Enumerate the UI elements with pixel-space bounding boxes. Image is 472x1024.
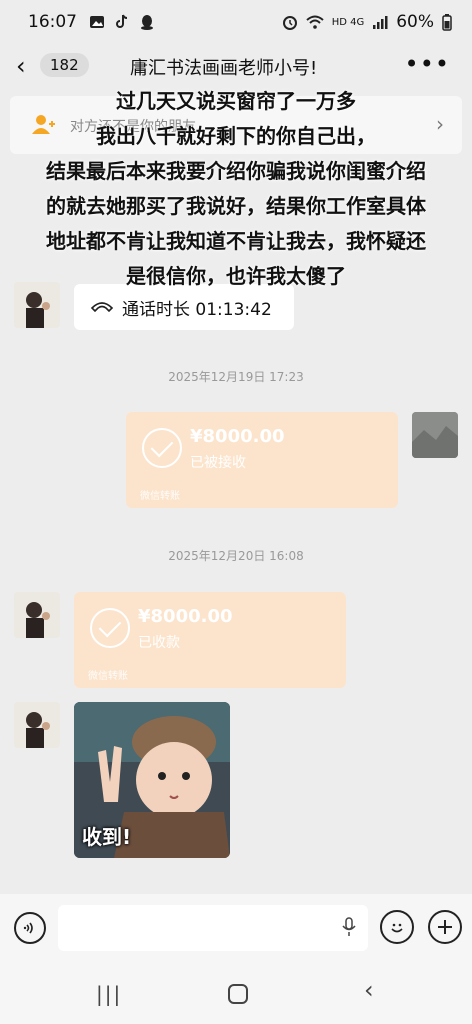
wifi-icon: [306, 15, 324, 29]
transfer-card-received[interactable]: ¥8000.00 已收款 微信转账: [74, 592, 346, 688]
tiktok-icon: [115, 14, 129, 30]
alarm-icon: [282, 14, 298, 30]
back-icon[interactable]: ‹: [16, 52, 26, 80]
battery-percent: 60%: [396, 12, 434, 32]
transfer-amount: ¥8000.00: [138, 606, 233, 627]
home-icon[interactable]: [228, 984, 248, 1004]
transfer-card-sent[interactable]: ¥8000.00 已被接收 微信转账: [126, 412, 398, 508]
status-time: 16:07: [28, 12, 77, 32]
voice-input-icon[interactable]: [14, 912, 46, 944]
overlay-line: 结果最后本来我要介绍你骗我说你闺蜜介绍: [46, 159, 426, 183]
system-back-icon[interactable]: ‹: [364, 976, 374, 1004]
timestamp: 2025年12月20日 16:08: [168, 549, 304, 563]
phone-icon: [90, 295, 114, 319]
check-circle-icon: [142, 428, 182, 468]
network-label: HD 4G: [331, 16, 365, 28]
message-input[interactable]: [58, 905, 368, 951]
overlay-line: 地址都不肯让我知道不肯让我去，我怀疑还: [46, 229, 426, 253]
microphone-icon[interactable]: [342, 917, 356, 942]
notification-icons: [89, 13, 155, 31]
contact-avatar[interactable]: [14, 592, 60, 638]
overlay-line: 的就去她那买了我说好，结果你工作室具体: [46, 194, 426, 218]
transfer-status: 已收款: [138, 635, 180, 651]
contact-avatar[interactable]: [14, 702, 60, 748]
transfer-footer: 微信转账: [88, 671, 128, 682]
emoji-icon[interactable]: [380, 910, 414, 944]
chat-header: ‹ 182 庸汇书法画画老师小号! •••: [0, 44, 472, 88]
input-bar: [0, 894, 472, 962]
sticker-image[interactable]: 收到!: [74, 702, 230, 858]
chat-title: 庸汇书法画画老师小号!: [130, 58, 318, 79]
signal-icon: [372, 15, 388, 29]
check-circle-icon: [90, 608, 130, 648]
qq-icon: [139, 13, 155, 31]
recent-apps-icon[interactable]: |||: [96, 982, 122, 1006]
transfer-amount: ¥8000.00: [190, 426, 285, 447]
battery-icon: [442, 13, 452, 31]
gallery-icon: [89, 14, 105, 30]
transfer-footer: 微信转账: [140, 491, 180, 502]
system-navigation-bar: ||| ‹: [0, 962, 472, 1024]
overlay-annotation: 过几天又说买窗帘了一万多 我出八千就好剩下的你自己出， 结果最后本来我要介绍你骗…: [0, 84, 472, 294]
my-avatar[interactable]: [412, 412, 458, 458]
unread-count-badge[interactable]: 182: [40, 53, 89, 77]
more-icon[interactable]: •••: [405, 50, 450, 78]
timestamp: 2025年12月19日 17:23: [168, 370, 304, 384]
overlay-line: 过几天又说买窗帘了一万多: [116, 89, 356, 113]
call-duration: 通话时长 01:13:42: [122, 299, 272, 320]
status-bar: 16:07 HD 4G 60%: [0, 0, 472, 44]
sticker-caption: 收到!: [82, 825, 132, 849]
overlay-line: 是很信你，也许我太傻了: [126, 264, 346, 288]
transfer-status: 已被接收: [190, 455, 246, 471]
status-right: HD 4G 60%: [282, 12, 452, 32]
overlay-line: 我出八千就好剩下的你自己出，: [96, 124, 376, 148]
plus-icon[interactable]: [428, 910, 462, 944]
